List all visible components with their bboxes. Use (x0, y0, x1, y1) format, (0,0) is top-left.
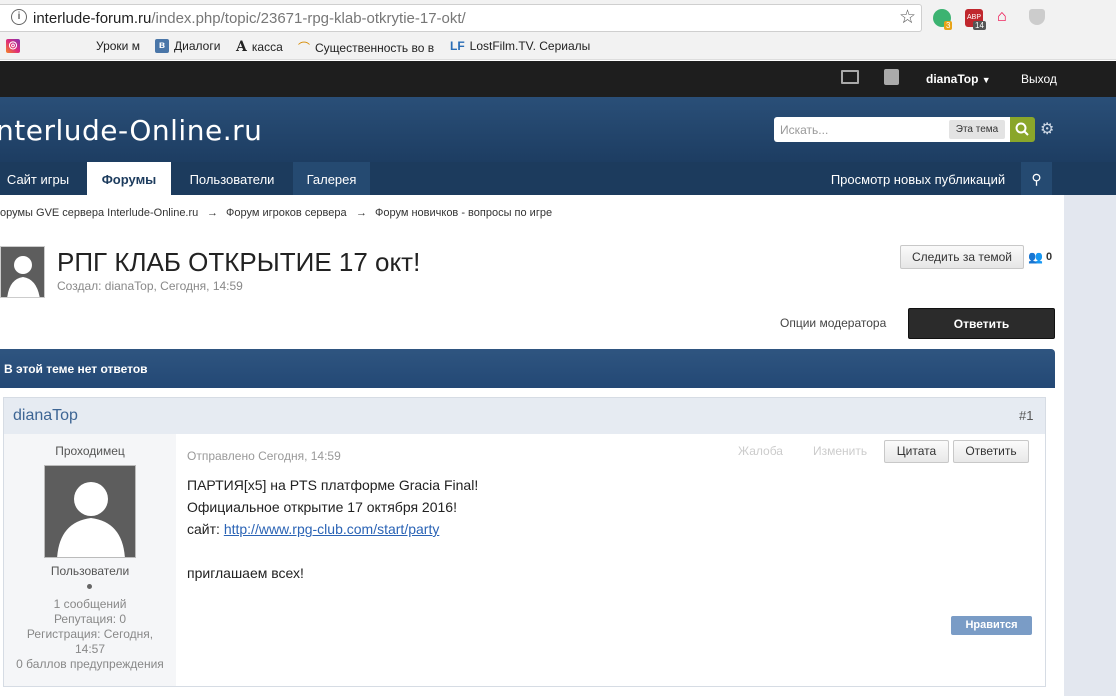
like-button[interactable]: Нравится (951, 616, 1032, 635)
tab-gallery[interactable]: Галерея (293, 162, 370, 195)
letter-a-icon: A (236, 39, 247, 55)
followers-count[interactable]: 👥 0 (1028, 250, 1052, 264)
logout-link[interactable]: Выход (1021, 72, 1057, 86)
instagram-icon: ◎ (6, 39, 20, 53)
bookmark-label: Уроки м (96, 39, 140, 53)
author-group: Пользователи (50, 564, 130, 578)
report-link[interactable]: Жалоба (738, 444, 783, 458)
breadcrumb-separator: → (356, 207, 367, 219)
post-header (4, 398, 1045, 434)
author-stat: 1 сообщений (53, 597, 127, 611)
reply-button[interactable]: Ответить (908, 308, 1055, 339)
topic-meta: Создал: dianaTop, Сегодня, 14:59 (57, 279, 243, 293)
no-replies-bar (0, 349, 1055, 388)
shield-extension-icon[interactable] (1029, 9, 1045, 25)
extension-badge: 3 (944, 21, 953, 30)
post-link[interactable]: http://www.rpg-club.com/start/party (224, 521, 440, 537)
site-logo[interactable]: nterlude-Online.ru (0, 114, 262, 147)
home-extension-icon[interactable]: ⌂ (997, 8, 1007, 26)
gear-icon[interactable]: ⚙ (1040, 119, 1054, 139)
avatar[interactable] (44, 465, 136, 558)
page-title: РПГ КЛАБ ОТКРЫТИЕ 17 окт! (57, 247, 421, 277)
moderator-options-link[interactable]: Опции модератора (780, 316, 886, 330)
url-path: /index.php/topic/23671-rpg-klab-otkrytie… (151, 10, 466, 27)
bookmark-item[interactable]: Уроки м (96, 39, 140, 53)
url-text[interactable]: interlude-forum.ru/index.php/topic/23671… (33, 10, 466, 27)
breadcrumb-item[interactable]: Форум новичков - вопросы по игре (375, 207, 552, 219)
chevron-down-icon: ▼ (981, 75, 991, 85)
breadcrumb-separator: → (207, 207, 218, 219)
bookmark-label: LostFilm.TV. Сериалы (469, 39, 591, 53)
map-pin-icon[interactable]: ⚲ (1021, 162, 1052, 195)
info-icon[interactable]: i (11, 9, 27, 25)
post-number[interactable]: #1 (1019, 408, 1033, 423)
post-text-line: сайт: http://www.rpg-club.com/start/part… (187, 521, 439, 537)
post-text-line: Официальное открытие 17 октября 2016! (187, 499, 457, 515)
post-reply-button[interactable]: Ответить (953, 440, 1029, 463)
search-icon (1015, 122, 1029, 136)
avatar[interactable] (0, 246, 45, 298)
bookmark-item[interactable]: в Диалоги (155, 39, 220, 53)
new-posts-link[interactable]: Просмотр новых публикаций (818, 162, 1018, 195)
user-silhouette-icon (1, 247, 44, 297)
post-text-line: ПАРТИЯ[x5] на PTS платформе Gracia Final… (187, 477, 479, 493)
follow-count-value: 0 (1045, 251, 1053, 263)
follow-button[interactable]: Следить за темой (900, 245, 1024, 269)
author-stat: 14:57 (74, 642, 106, 656)
edit-link[interactable]: Изменить (813, 444, 867, 458)
search-placeholder: Искать... (780, 123, 829, 137)
author-rank: Проходимец (55, 444, 125, 458)
tab-users[interactable]: Пользователи (174, 162, 290, 195)
user-menu[interactable]: dianaTop ▼ (926, 72, 991, 86)
user-silhouette-icon (45, 466, 135, 557)
vk-icon: в (155, 39, 169, 53)
page-gutter (1064, 195, 1116, 696)
post-text-line: приглашаем всех! (187, 565, 304, 581)
bookmark-item[interactable]: LF LostFilm.TV. Сериалы (450, 39, 590, 53)
bookmark-label: Диалоги (174, 39, 221, 53)
site-label: сайт: (187, 521, 224, 537)
tab-site[interactable]: Сайт игры (0, 162, 76, 195)
bookmark-item[interactable]: ◎ (6, 39, 20, 53)
messages-icon[interactable] (841, 70, 859, 84)
no-replies-text: В этой теме нет ответов (4, 362, 148, 376)
lf-icon: LF (450, 39, 465, 53)
url-domain: interlude-forum.ru (33, 10, 152, 27)
bookmark-label: касса (251, 40, 283, 54)
extension-badge: 14 (973, 21, 986, 30)
online-status-dot (87, 584, 92, 589)
notifications-icon[interactable] (884, 69, 899, 85)
tab-forums[interactable]: Форумы (87, 162, 171, 195)
bookmark-star-icon[interactable]: ☆ (899, 6, 916, 29)
bookmark-label: Существенность во в (315, 40, 435, 55)
author-stat: Регистрация: Сегодня, (26, 627, 154, 641)
search-button[interactable] (1010, 117, 1035, 142)
bookmark-item[interactable]: ⌒ Существенность во в (298, 39, 434, 56)
username: dianaTop (926, 72, 979, 86)
post-author[interactable]: dianaTop (13, 407, 78, 425)
search-scope[interactable]: Эта тема (949, 120, 1005, 139)
post-date: Отправлено Сегодня, 14:59 (187, 449, 341, 463)
author-stat: Репутация: 0 (53, 612, 127, 626)
breadcrumb-item[interactable]: Форум игроков сервера (226, 207, 347, 219)
rainbow-icon: ⌒ (298, 41, 311, 55)
breadcrumb-item[interactable]: орумы GVE сервера Interlude-Online.ru (0, 207, 198, 219)
quote-button[interactable]: Цитата (884, 440, 949, 463)
users-icon: 👥 (1028, 250, 1043, 264)
bookmark-item[interactable]: Aкасса (236, 39, 283, 55)
author-stat: 0 баллов предупреждения (16, 657, 164, 671)
